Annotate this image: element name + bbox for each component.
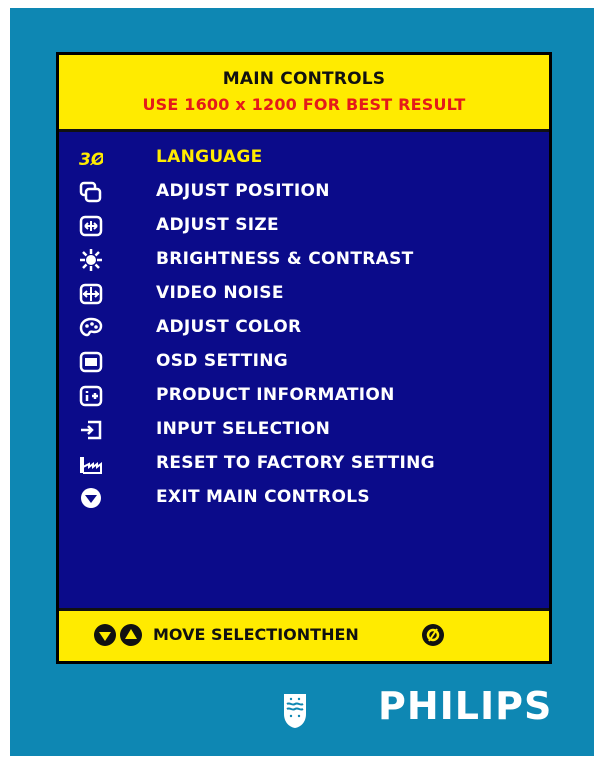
up-arrow-icon [119, 623, 143, 647]
menu-item-label: PRODUCT INFORMATION [156, 385, 395, 405]
position-icon [79, 180, 103, 204]
input-icon [79, 418, 103, 442]
menu-item-label: ADJUST SIZE [156, 215, 279, 235]
menu-item-input-selection[interactable]: INPUT SELECTION [59, 416, 549, 446]
menu-item-label: LANGUAGE [156, 147, 263, 167]
menu-item-reset-factory[interactable]: RESET TO FACTORY SETTING [59, 450, 549, 480]
menu-item-label: VIDEO NOISE [156, 283, 284, 303]
osd-title: MAIN CONTROLS [222, 69, 386, 89]
svg-text:3Ø: 3Ø [79, 150, 103, 170]
language-icon: 3Ø [79, 146, 103, 170]
color-palette-icon [79, 316, 103, 340]
menu-item-label: EXIT MAIN CONTROLS [156, 487, 370, 507]
osd-icon [79, 350, 103, 374]
down-arrow-icon [93, 623, 117, 647]
philips-shield-icon [282, 692, 308, 730]
menu-item-exit[interactable]: EXIT MAIN CONTROLS [59, 484, 549, 514]
menu-item-label: ADJUST COLOR [156, 317, 302, 337]
factory-reset-icon [79, 452, 103, 476]
osd-header: MAIN CONTROLS USE 1600 x 1200 FOR BEST R… [59, 55, 549, 132]
menu-item-label: ADJUST POSITION [156, 181, 330, 201]
menu-item-product-information[interactable]: PRODUCT INFORMATION [59, 382, 549, 412]
ok-icon [421, 623, 445, 647]
menu-item-label: RESET TO FACTORY SETTING [156, 453, 435, 473]
brand-logo: PHILIPS [378, 684, 553, 728]
resolution-hint: USE 1600 x 1200 FOR BEST RESULT [142, 95, 466, 114]
osd-footer: MOVE SELECTIONTHEN [59, 608, 549, 661]
menu-item-osd-setting[interactable]: OSD SETTING [59, 348, 549, 378]
menu-item-label: BRIGHTNESS & CONTRAST [156, 249, 414, 269]
info-icon [79, 384, 103, 408]
menu-item-video-noise[interactable]: VIDEO NOISE [59, 280, 549, 310]
osd-panel: MAIN CONTROLS USE 1600 x 1200 FOR BEST R… [56, 52, 552, 664]
menu-item-adjust-size[interactable]: ADJUST SIZE [59, 212, 549, 242]
menu-item-adjust-color[interactable]: ADJUST COLOR [59, 314, 549, 344]
brightness-icon [79, 248, 103, 272]
exit-icon [79, 486, 103, 510]
footer-instruction: MOVE SELECTIONTHEN [153, 625, 359, 644]
menu-item-adjust-position[interactable]: ADJUST POSITION [59, 178, 549, 208]
menu-item-label: OSD SETTING [156, 351, 288, 371]
menu-item-brightness-contrast[interactable]: BRIGHTNESS & CONTRAST [59, 246, 549, 276]
video-noise-icon [79, 282, 103, 306]
size-icon [79, 214, 103, 238]
menu-item-label: INPUT SELECTION [156, 419, 331, 439]
menu-item-language[interactable]: 3Ø LANGUAGE [59, 144, 549, 174]
